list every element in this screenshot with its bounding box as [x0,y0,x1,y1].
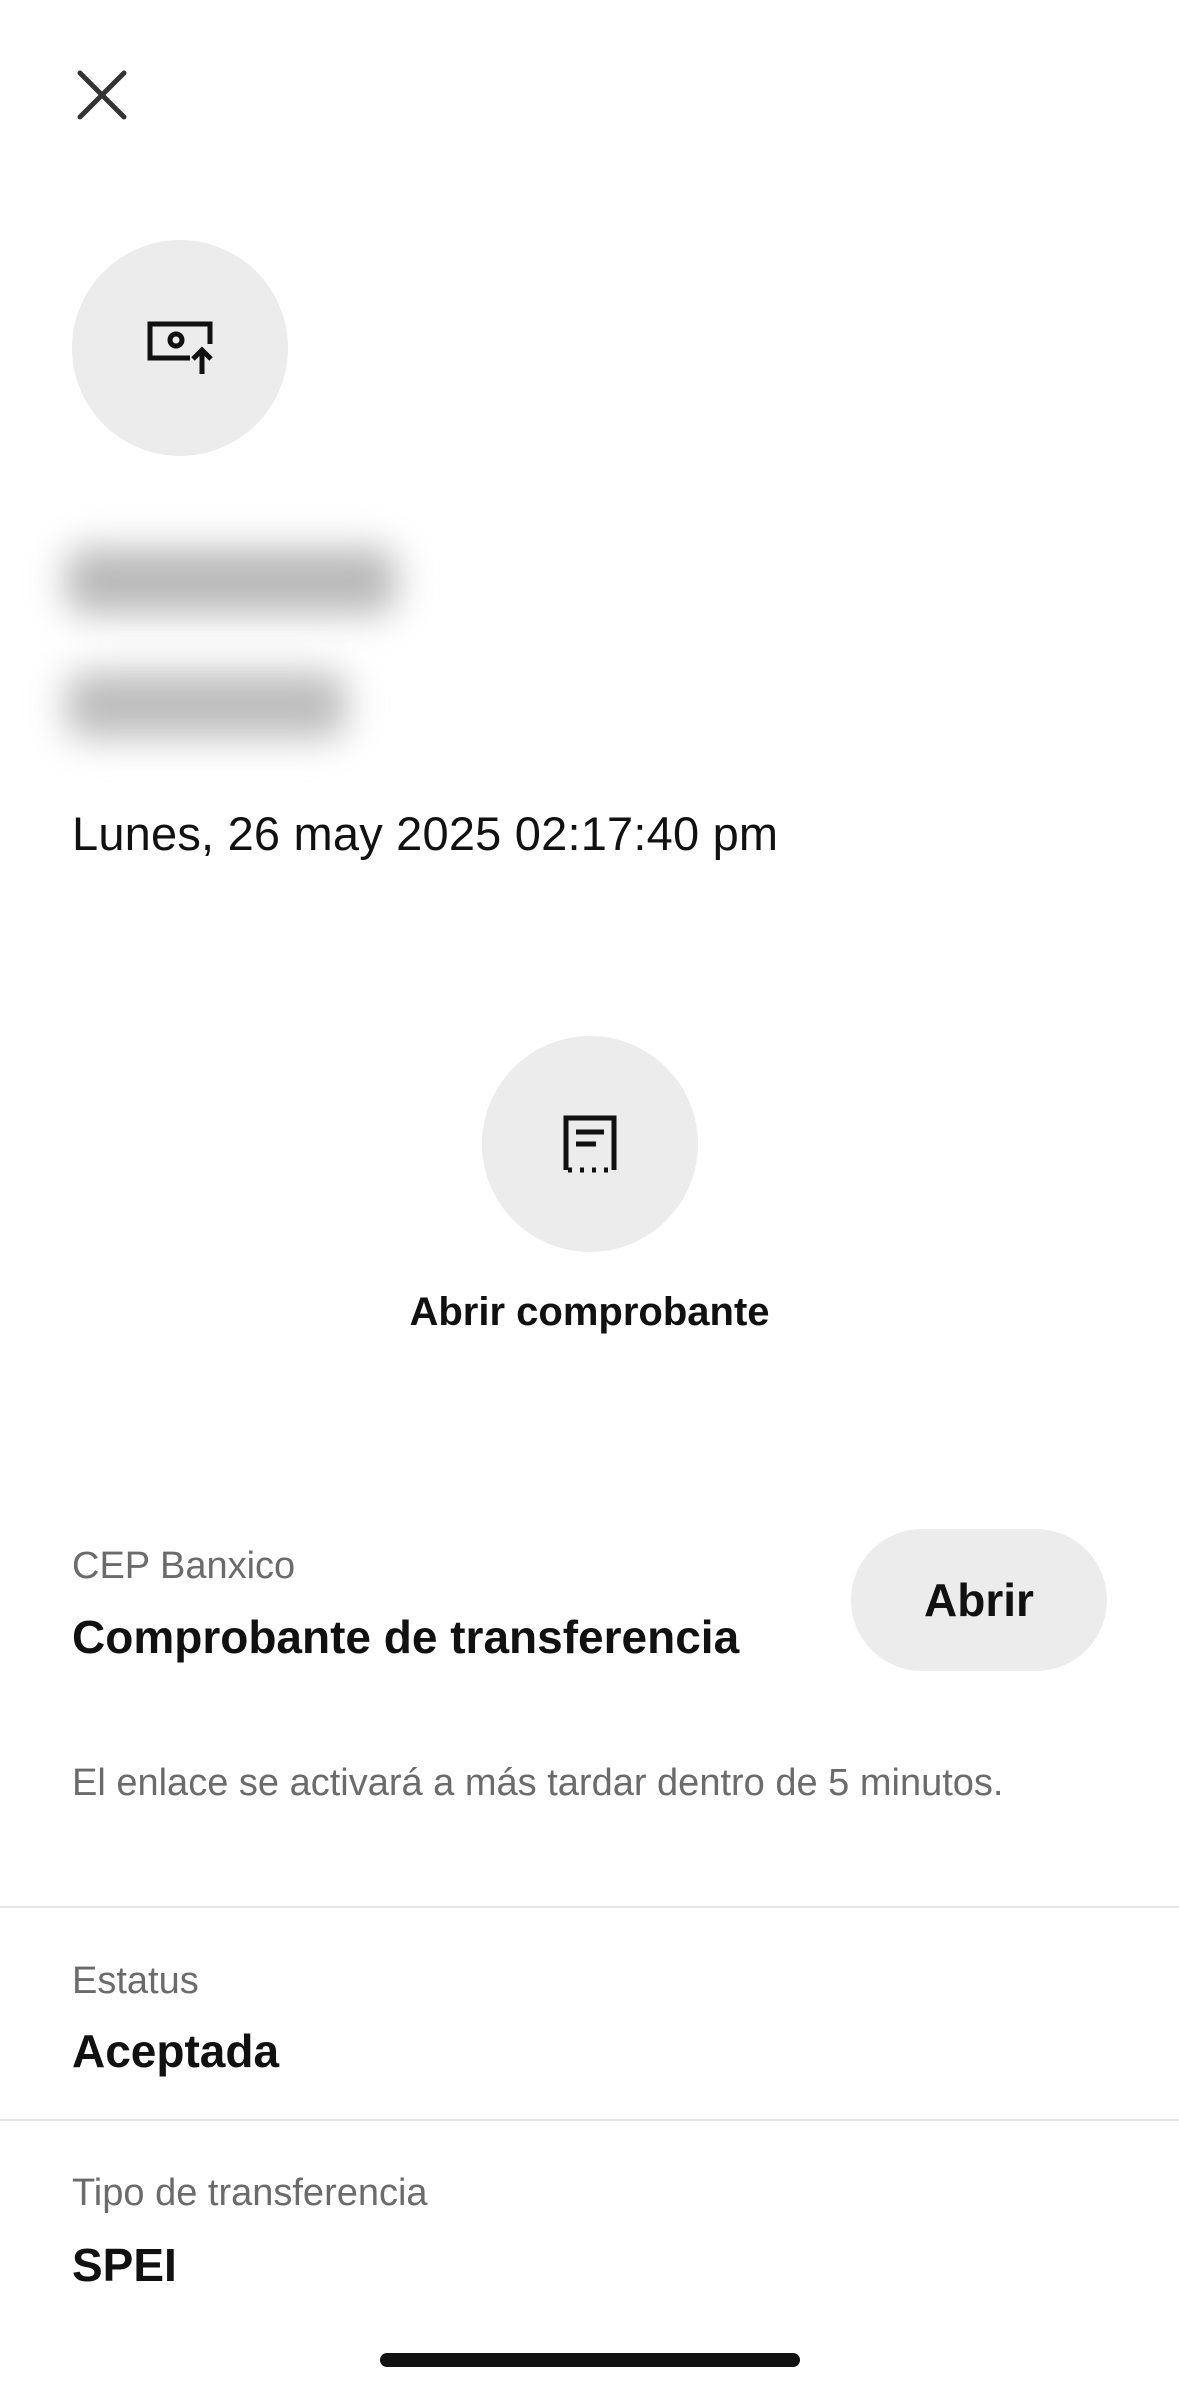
transfer-type-label: Tipo de transferencia [72,2172,428,2214]
divider [0,2119,1179,2121]
cep-note: El enlace se activará a más tardar dentr… [72,1762,1004,1804]
receipt-icon [563,1115,617,1173]
close-icon [77,70,127,120]
transfer-datetime: Lunes, 26 may 2025 02:17:40 pm [72,807,779,860]
status-value: Aceptada [72,2025,280,2077]
close-button[interactable] [62,55,142,135]
open-receipt-button[interactable] [482,1036,698,1252]
divider [0,1906,1179,1908]
home-indicator[interactable] [380,2353,800,2367]
money-send-icon [147,321,213,374]
cep-caption: CEP Banxico [72,1545,296,1587]
open-receipt-label[interactable]: Abrir comprobante [0,1290,1179,1335]
transfer-type-value: SPEI [72,2239,177,2291]
cep-title: Comprobante de transferencia [72,1611,740,1663]
open-cep-button[interactable]: Abrir [851,1529,1107,1671]
status-label: Estatus [72,1960,199,2002]
transfer-type-badge [72,240,288,456]
amount-redacted [66,672,346,738]
recipient-name-redacted [66,548,396,614]
